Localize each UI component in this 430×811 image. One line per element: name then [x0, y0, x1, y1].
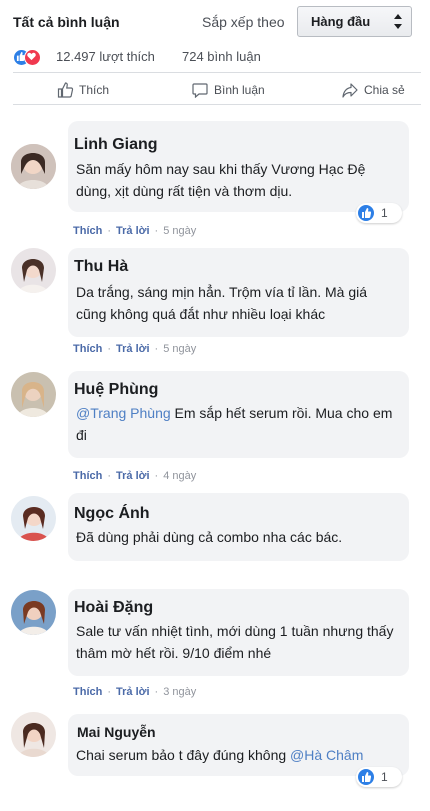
comment-time: 4 ngày — [163, 470, 197, 482]
reaction-count: 1 — [381, 770, 388, 784]
like-reaction-icon — [358, 769, 374, 785]
like-action-label: Thích — [79, 83, 110, 97]
mention-link[interactable]: @Trang Phùng — [76, 405, 171, 421]
comment-text-body: Chai serum bảo t đây đúng không — [76, 747, 291, 763]
comment-author[interactable]: Mai Nguyễn — [77, 724, 156, 740]
comment-author[interactable]: Thu Hà — [74, 258, 128, 276]
comment-like-link[interactable]: Thích — [73, 225, 102, 237]
comment-meta: Thích · Trả lời · 5 ngày — [73, 225, 197, 237]
avatar[interactable] — [11, 248, 56, 293]
comment-meta: Thích · Trả lời · 5 ngày — [73, 343, 197, 355]
comment-like-link[interactable]: Thích — [73, 686, 102, 698]
comment-reactions[interactable]: 1 — [356, 203, 402, 223]
like-reaction-icon — [358, 205, 374, 221]
comment-text: Chai serum bảo t đây đúng không @Hà Châm — [76, 744, 394, 766]
comment-reply-link[interactable]: Trả lời — [116, 470, 150, 482]
comment-bubble: Thu Hà Da trắng, sáng mịn hẳn. Trộm vía … — [68, 248, 409, 337]
avatar[interactable] — [11, 590, 56, 635]
avatar[interactable] — [11, 496, 56, 541]
comment-bubble: Mai Nguyễn Chai serum bảo t đây đúng khô… — [68, 714, 409, 776]
comments-count[interactable]: 724 bình luận — [182, 49, 261, 64]
avatar[interactable] — [11, 372, 56, 417]
comment-reply-link[interactable]: Trả lời — [116, 225, 150, 237]
comment-bubble: Linh Giang Săn mấy hôm nay sau khi thấy … — [68, 121, 409, 212]
comment-meta: Thích · Trả lời · 3 ngày — [73, 686, 197, 698]
avatar[interactable] — [11, 712, 56, 757]
avatar[interactable] — [11, 144, 56, 189]
comment-reactions[interactable]: 1 — [356, 767, 402, 787]
comment-author[interactable]: Huệ Phùng — [74, 381, 158, 399]
comment-text: Đã dùng phải dùng cả combo nha các bác. — [76, 529, 343, 545]
comment-text: Sale tư vấn nhiệt tình, mới dùng 1 tuần … — [76, 623, 394, 661]
thumbs-up-icon — [57, 82, 74, 98]
comment-time: 5 ngày — [163, 343, 197, 355]
comment-reply-link[interactable]: Trả lời — [116, 686, 150, 698]
comment-bubble: Hoài Đặng Sale tư vấn nhiệt tình, mới dù… — [68, 589, 409, 676]
sort-value: Hàng đầu — [311, 14, 371, 29]
comment-bubble: Ngọc Ánh Đã dùng phải dùng cả combo nha … — [68, 493, 409, 561]
comment-like-link[interactable]: Thích — [73, 343, 102, 355]
comment-bubble: Huệ Phùng @Trang Phùng Em sắp hết serum … — [68, 371, 409, 458]
comment-text: @Trang Phùng Em sắp hết serum rồi. Mua c… — [76, 402, 394, 446]
comment-author[interactable]: Linh Giang — [74, 136, 158, 154]
divider — [13, 104, 421, 105]
comment-author[interactable]: Ngọc Ánh — [74, 505, 150, 523]
comment-time: 5 ngày — [163, 225, 197, 237]
sort-dropdown[interactable]: Hàng đầu — [297, 6, 412, 37]
share-arrow-icon — [342, 83, 358, 98]
reaction-stats: 12.497 lượt thích 724 bình luận — [13, 49, 313, 66]
share-action-button[interactable]: Chia sẻ — [342, 82, 412, 98]
speech-bubble-icon — [192, 83, 208, 98]
divider — [13, 72, 421, 73]
reaction-count: 1 — [381, 206, 388, 220]
sort-label: Sắp xếp theo — [202, 14, 285, 30]
like-action-button[interactable]: Thích — [57, 82, 117, 98]
comment-text: Săn mấy hôm nay sau khi thấy Vương Hạc Đ… — [76, 161, 366, 199]
comment-like-link[interactable]: Thích — [73, 470, 102, 482]
comment-author[interactable]: Hoài Đặng — [74, 599, 153, 617]
comment-time: 3 ngày — [163, 686, 197, 698]
sort-arrows-icon — [394, 14, 402, 29]
comment-reply-link[interactable]: Trả lời — [116, 343, 150, 355]
comment-text: Da trắng, sáng mịn hẳn. Trộm vía tỉ lần.… — [76, 284, 368, 322]
likes-count[interactable]: 12.497 lượt thích — [56, 49, 155, 64]
comment-action-label: Bình luận — [214, 83, 265, 97]
love-reaction-icon — [24, 49, 41, 66]
all-comments-title: Tất cả bình luận — [13, 14, 120, 30]
share-action-label: Chia sẻ — [364, 83, 405, 97]
comment-meta: Thích · Trả lời · 4 ngày — [73, 470, 197, 482]
comment-action-button[interactable]: Bình luận — [192, 82, 272, 98]
mention-link[interactable]: @Hà Châm — [290, 747, 363, 763]
